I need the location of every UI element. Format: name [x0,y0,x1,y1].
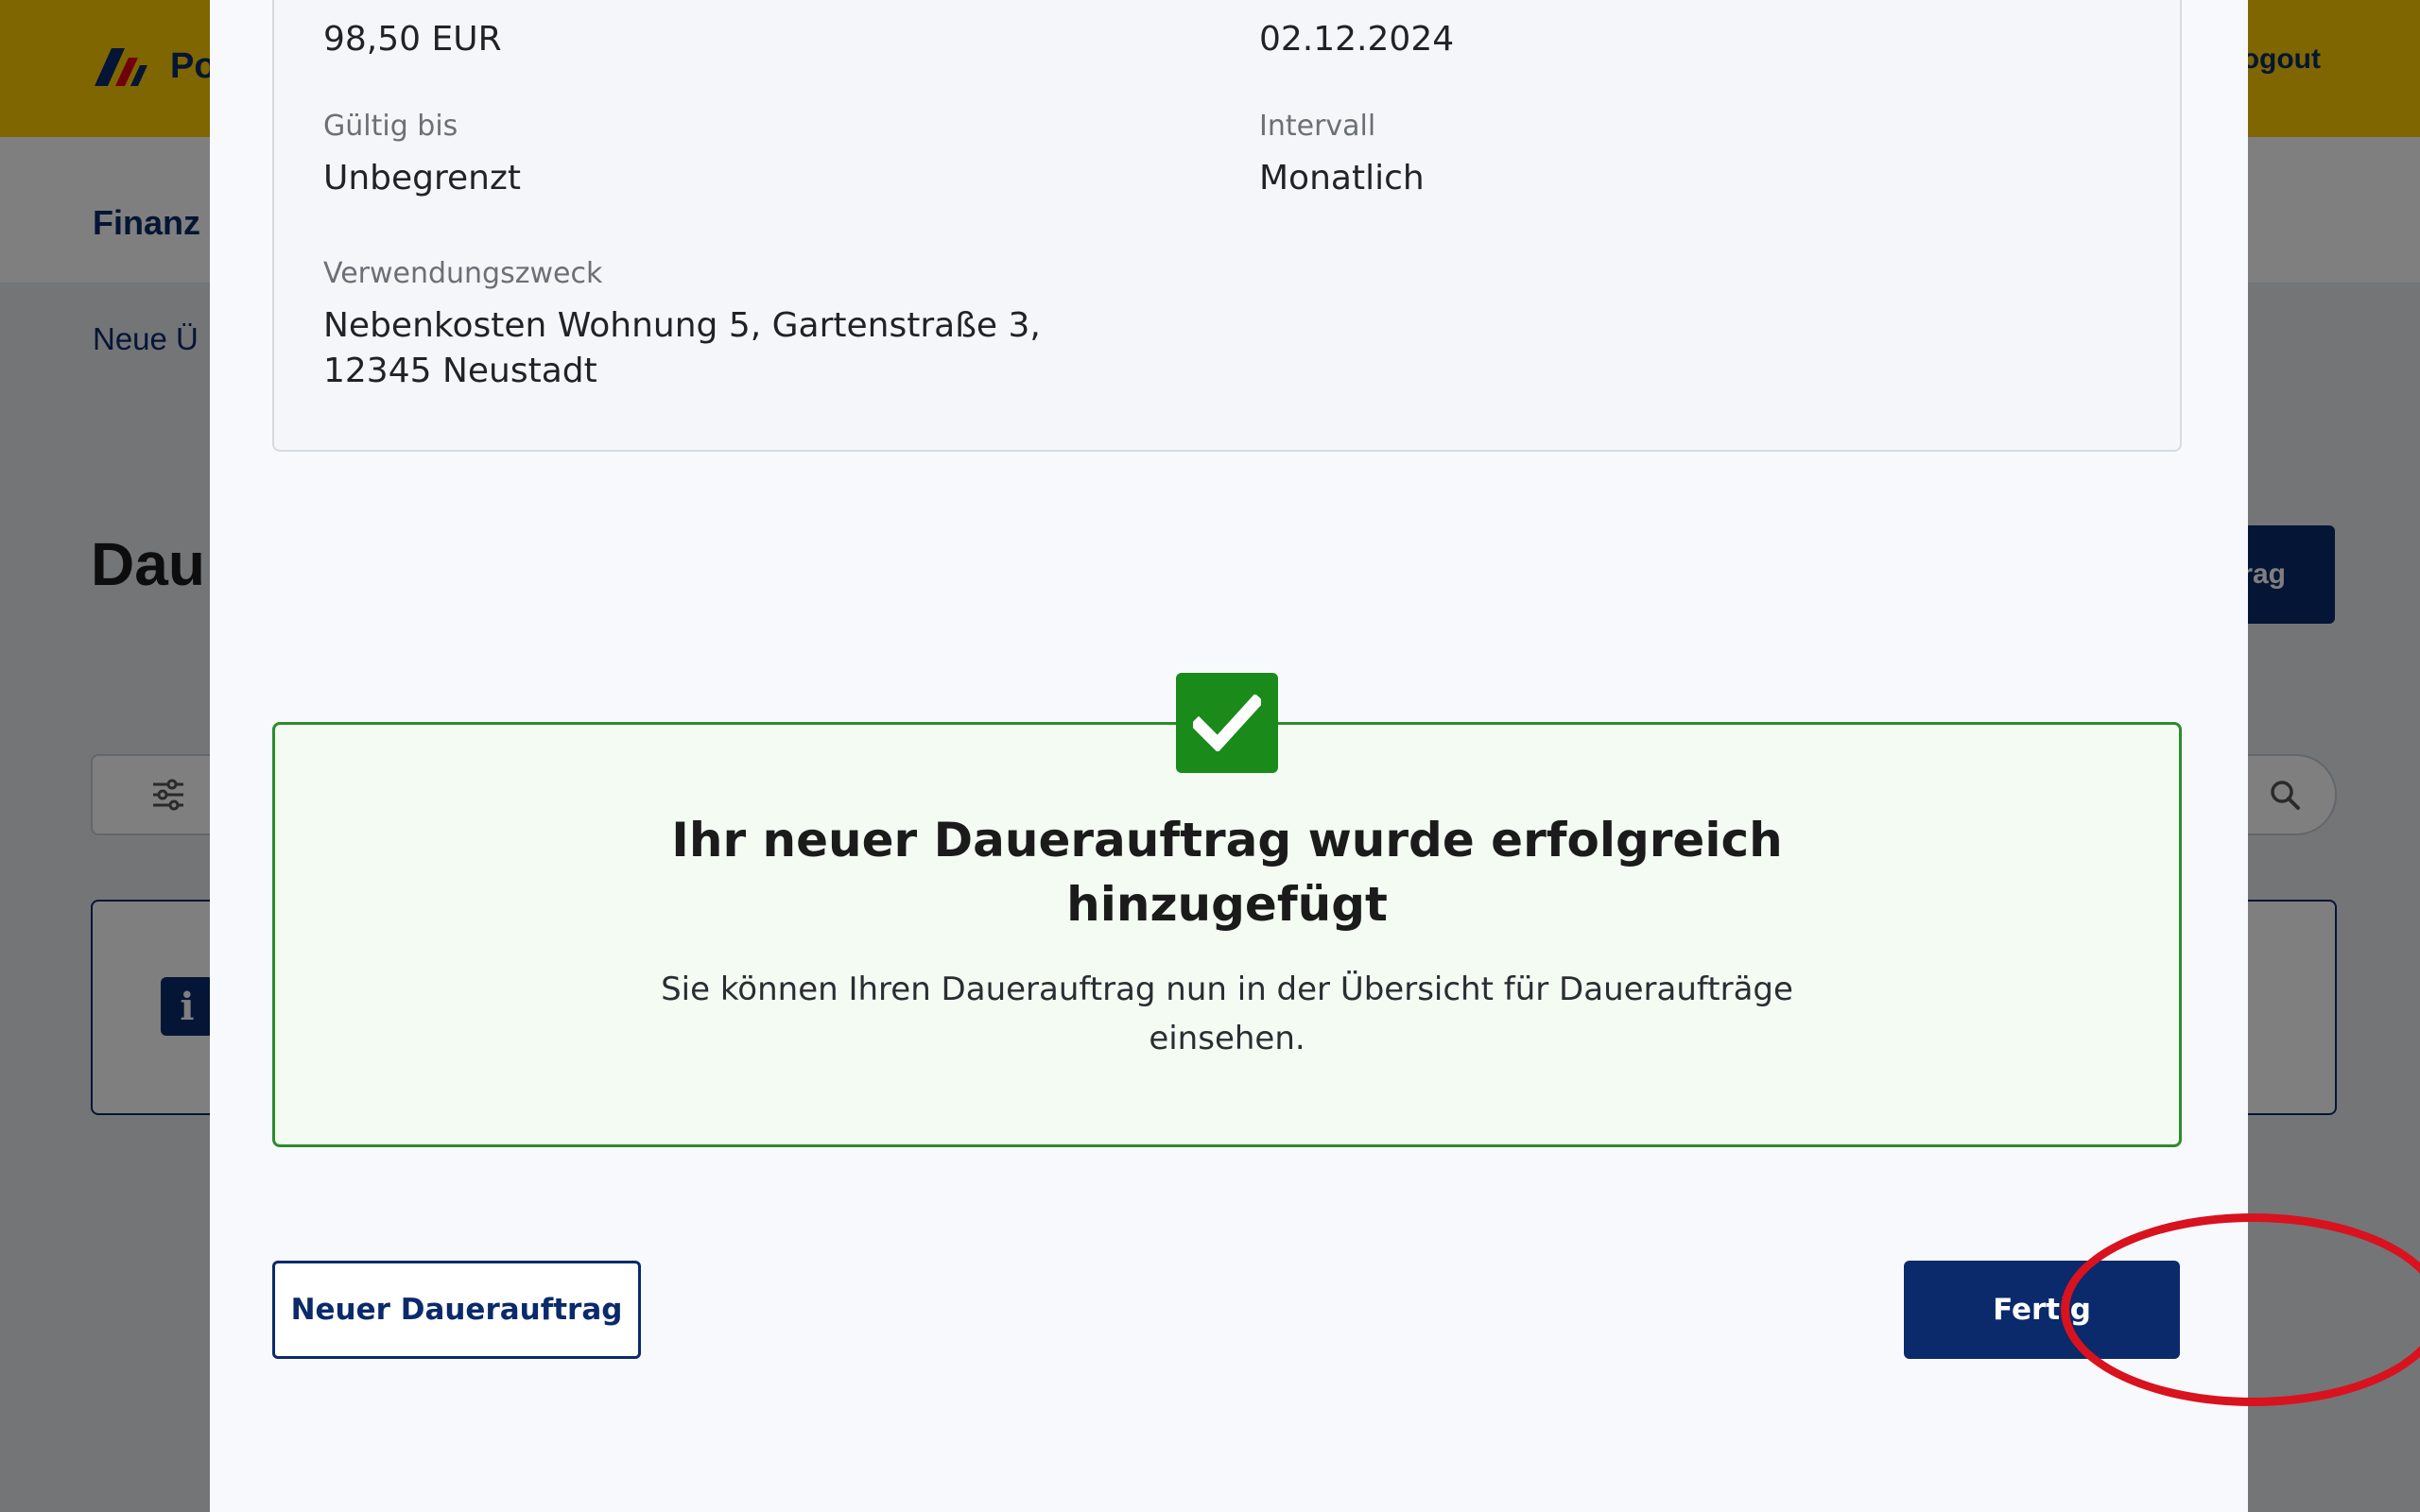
purpose-label: Verwendungszweck [323,257,603,290]
success-description: Sie können Ihren Dauerauftrag nun in der… [275,965,2179,1063]
success-title-line1: Ihr neuer Dauerauftrag wurde erfolgreich [671,813,1783,868]
success-description-line1: Sie können Ihren Dauerauftrag nun in der… [661,971,1793,1008]
done-button[interactable]: Fertig [1904,1261,2180,1359]
order-summary-card: 98,50 EUR 02.12.2024 Gültig bis Unbegren… [272,0,2182,452]
success-description-line2: einsehen. [1149,1020,1305,1057]
success-title-line2: hinzugefügt [1066,877,1388,932]
interval-label: Intervall [1259,110,1376,143]
valid-until-label: Gültig bis [323,110,458,143]
success-check-icon [1176,673,1278,773]
valid-until-value: Unbegrenzt [323,159,522,198]
date-value: 02.12.2024 [1259,20,1455,59]
interval-value: Monatlich [1259,159,1425,198]
success-message-box: Ihr neuer Dauerauftrag wurde erfolgreich… [272,722,2182,1147]
new-standing-order-button[interactable]: Neuer Dauerauftrag [272,1261,641,1359]
amount-value: 98,50 EUR [323,20,502,59]
purpose-value-line1: Nebenkosten Wohnung 5, Gartenstraße 3, [323,306,1041,345]
checkmark-icon [1193,695,1261,751]
valid-until-field: Gültig bis Unbegrenzt [323,110,521,201]
purpose-value-line2: 12345 Neustadt [323,352,597,390]
date-field: 02.12.2024 [1259,17,1454,62]
amount-field: 98,50 EUR [323,17,502,62]
purpose-field: Verwendungszweck Nebenkosten Wohnung 5, … [323,257,1041,394]
success-title: Ihr neuer Dauerauftrag wurde erfolgreich… [275,808,2179,936]
confirmation-modal: 98,50 EUR 02.12.2024 Gültig bis Unbegren… [210,0,2420,1512]
interval-field: Intervall Monatlich [1259,110,1425,201]
